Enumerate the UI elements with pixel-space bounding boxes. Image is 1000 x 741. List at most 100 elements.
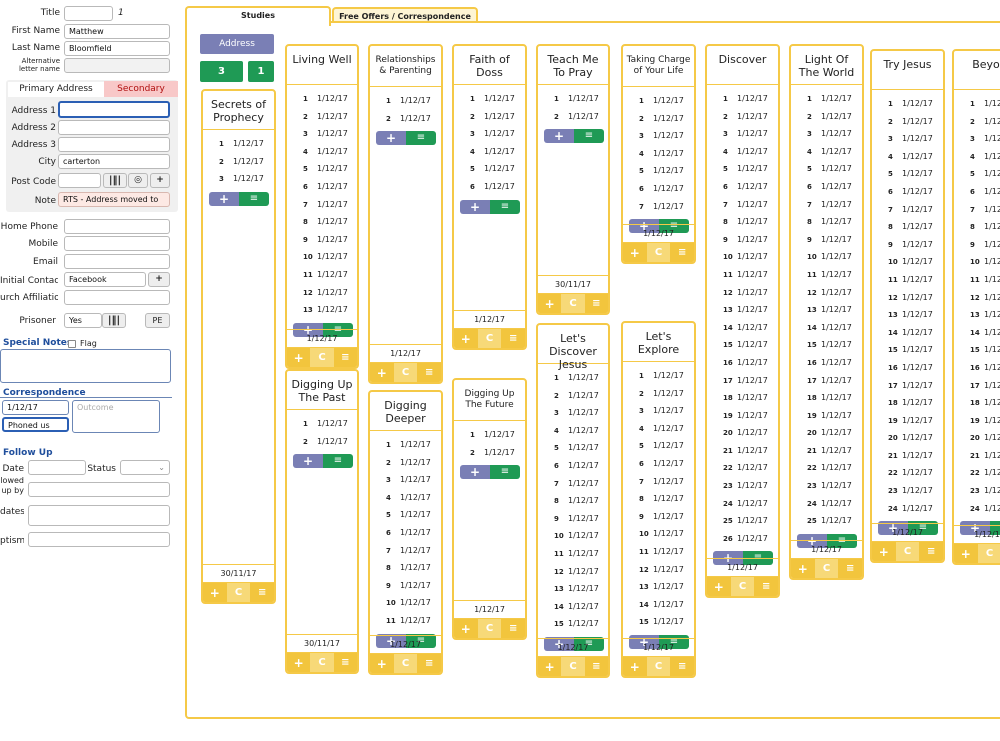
lesson-row[interactable]: 10 1/12/17 (370, 594, 441, 612)
lesson-row[interactable]: 5 1/12/17 (538, 439, 608, 457)
lesson-row[interactable]: 2 1/12/17 (454, 108, 525, 126)
lesson-row[interactable]: 4 1/12/17 (454, 143, 525, 161)
lesson-row[interactable]: 12 1/12/17 (791, 284, 862, 302)
lesson-row[interactable]: 7 1/12/17 (538, 475, 608, 493)
plus-icon[interactable]: + (623, 657, 647, 676)
lesson-row[interactable]: 11 1/12/17 (872, 271, 943, 289)
lesson-row[interactable]: 9 1/12/17 (623, 508, 694, 526)
lesson-row[interactable]: 15 1/12/17 (707, 336, 778, 354)
address2-field[interactable] (58, 120, 170, 135)
lesson-row[interactable]: 12 1/12/17 (287, 284, 357, 302)
lesson-row[interactable]: 3 1/12/17 (287, 125, 357, 143)
c-button[interactable]: C (477, 619, 502, 638)
c-button[interactable]: C (646, 243, 671, 262)
lesson-row[interactable]: 13 1/12/17 (791, 301, 862, 319)
flag-checkbox[interactable] (68, 340, 76, 348)
lesson-row[interactable]: 18 1/12/17 (872, 394, 943, 412)
list-icon[interactable]: ≡ (670, 243, 694, 262)
lesson-row[interactable]: 10 1/12/17 (538, 527, 608, 545)
first-name-field[interactable]: Matthew (64, 24, 170, 39)
last-name-field[interactable]: Bloomfield (64, 41, 170, 56)
lesson-row[interactable]: 9 1/12/17 (791, 231, 862, 249)
lesson-row[interactable]: 2 1/12/17 (538, 387, 608, 405)
list-icon[interactable]: ≡ (490, 465, 520, 480)
lesson-row[interactable]: 1 1/12/17 (454, 426, 525, 444)
lesson-row[interactable]: 5 1/12/17 (454, 160, 525, 178)
lesson-row[interactable]: 14 1/12/17 (791, 319, 862, 337)
baptism-field[interactable] (28, 532, 170, 547)
lesson-row[interactable]: 2 1/12/17 (287, 108, 357, 126)
list-icon[interactable]: ≡ (919, 542, 943, 561)
lesson-row[interactable]: 1 1/12/17 (623, 367, 694, 385)
lesson-row[interactable]: 6 1/12/17 (538, 457, 608, 475)
lesson-row[interactable]: 7 1/12/17 (287, 196, 357, 214)
lesson-row[interactable]: 1 1/12/17 (872, 95, 943, 113)
plus-icon[interactable]: + (370, 654, 394, 673)
lesson-row[interactable]: 10 1/12/17 (872, 253, 943, 271)
lesson-row[interactable]: 21 1/12/17 (872, 447, 943, 465)
list-icon[interactable]: ≡ (584, 294, 608, 313)
lesson-row[interactable]: 5 1/12/17 (623, 437, 694, 455)
follow-up-date-field[interactable] (28, 460, 86, 475)
city-field[interactable]: carterton (58, 154, 170, 169)
lesson-row[interactable]: 12 1/12 (954, 289, 1000, 307)
lesson-row[interactable]: 24 1/12/17 (791, 495, 862, 513)
plus-icon[interactable]: + (538, 294, 562, 313)
lesson-row[interactable]: 14 1/12 (954, 324, 1000, 342)
lesson-row[interactable]: 11 1/12/17 (791, 266, 862, 284)
lesson-row[interactable]: 24 1/12 (954, 500, 1000, 518)
lesson-row[interactable]: 1 1/12/17 (791, 90, 862, 108)
status-select[interactable]: ⌄ (120, 460, 170, 475)
lesson-row[interactable]: 22 1/12/17 (707, 459, 778, 477)
title-field[interactable] (64, 6, 113, 21)
plus-icon[interactable]: + (203, 583, 227, 602)
lesson-row[interactable]: 3 1/12/17 (791, 125, 862, 143)
lesson-row[interactable]: 2 1/12/17 (454, 444, 525, 462)
lesson-row[interactable]: 4 1/12/17 (707, 143, 778, 161)
lesson-row[interactable]: 23 1/12/17 (872, 482, 943, 500)
lesson-row[interactable]: 2 1/12/17 (287, 433, 357, 451)
lesson-row[interactable]: 23 1/12/17 (707, 477, 778, 495)
lesson-row[interactable]: 14 1/12/17 (538, 598, 608, 616)
lesson-row[interactable]: 2 1/12/17 (538, 108, 608, 126)
lesson-row[interactable]: 3 1/12/17 (707, 125, 778, 143)
count-badge-offers[interactable]: 1 (248, 61, 274, 82)
lesson-row[interactable]: 16 1/12/17 (791, 354, 862, 372)
lesson-row[interactable]: 19 1/12 (954, 412, 1000, 430)
lesson-row[interactable]: 15 1/12 (954, 341, 1000, 359)
add-lesson-icon[interactable]: + (460, 465, 490, 480)
lesson-row[interactable]: 12 1/12/17 (538, 563, 608, 581)
lesson-row[interactable]: 8 1/12/17 (623, 490, 694, 508)
lesson-row[interactable]: 5 1/12 (954, 165, 1000, 183)
lesson-row[interactable]: 21 1/12 (954, 447, 1000, 465)
lesson-row[interactable]: 7 1/12/17 (707, 196, 778, 214)
lesson-row[interactable]: 7 1/12/17 (623, 473, 694, 491)
correspondence-type-field[interactable]: Phoned us (2, 417, 69, 432)
lesson-row[interactable]: 10 1/12/17 (287, 248, 357, 266)
c-button[interactable]: C (310, 653, 334, 672)
lesson-row[interactable]: 11 1/12/17 (538, 545, 608, 563)
lesson-row[interactable]: 14 1/12/17 (707, 319, 778, 337)
lesson-row[interactable]: 4 1/12/17 (623, 145, 694, 163)
add-lesson-icon[interactable]: + (544, 129, 574, 144)
list-icon[interactable]: ≡ (754, 577, 778, 596)
lesson-row[interactable]: 10 1/12/17 (707, 248, 778, 266)
plus-icon[interactable]: + (454, 329, 478, 348)
lesson-row[interactable]: 12 1/12/17 (623, 561, 694, 579)
prisoner-field[interactable]: Yes (64, 313, 102, 328)
lesson-row[interactable]: 8 1/12/17 (287, 213, 357, 231)
lesson-row[interactable]: 16 1/12 (954, 359, 1000, 377)
correspondence-outcome-field[interactable]: Outcome (72, 400, 160, 433)
list-icon[interactable]: ≡ (838, 559, 862, 578)
lesson-row[interactable]: 6 1/12/17 (623, 455, 694, 473)
lesson-row[interactable]: 5 1/12/17 (287, 160, 357, 178)
lesson-row[interactable]: 9 1/12/17 (872, 236, 943, 254)
list-icon[interactable]: ≡ (239, 191, 269, 206)
lesson-row[interactable]: 6 1/12 (954, 183, 1000, 201)
lesson-row[interactable]: 3 1/12/17 (454, 125, 525, 143)
lesson-row[interactable]: 11 1/12/17 (623, 543, 694, 561)
lesson-row[interactable]: 4 1/12/17 (370, 489, 441, 507)
lesson-row[interactable]: 2 1/12/17 (791, 108, 862, 126)
lesson-row[interactable]: 15 1/12/17 (872, 341, 943, 359)
lesson-row[interactable]: 6 1/12/17 (287, 178, 357, 196)
